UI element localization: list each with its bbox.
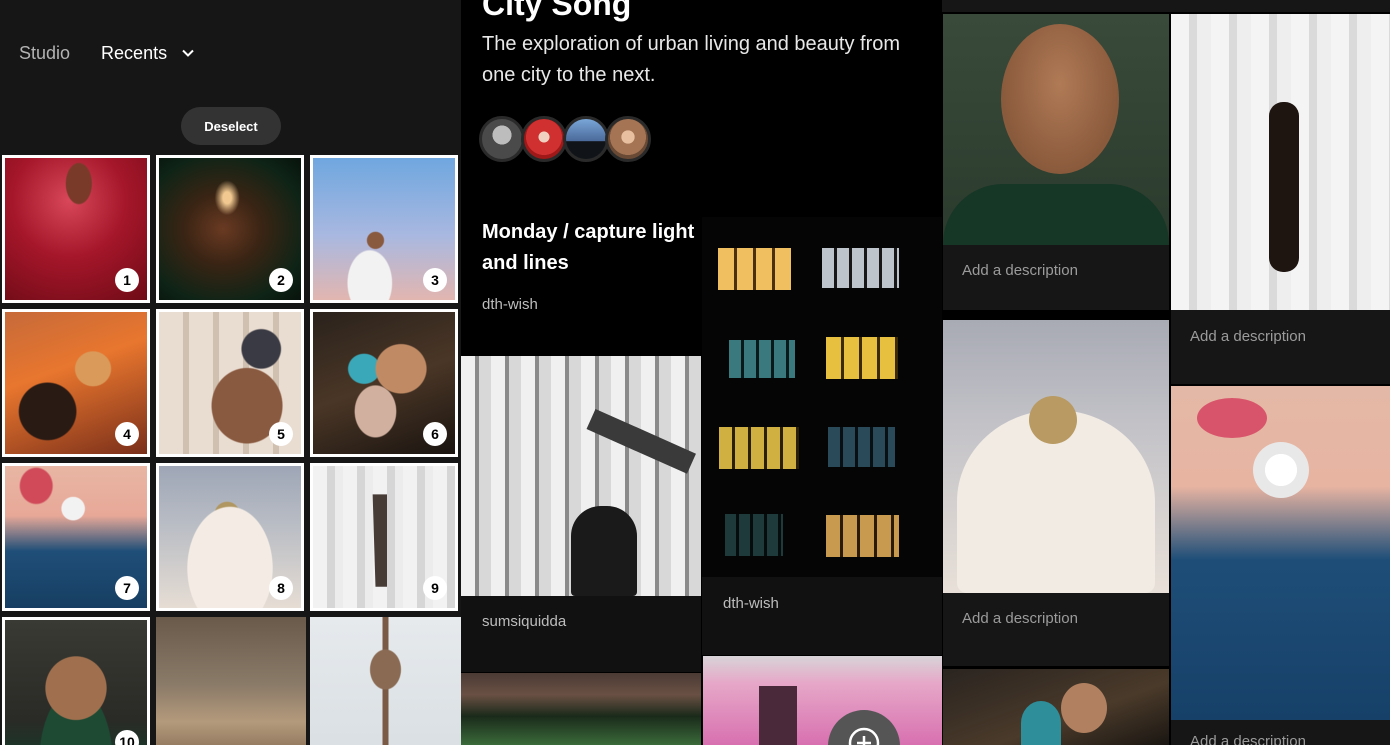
- photo-tile[interactable]: Add a description: [943, 320, 1169, 666]
- photo-thumbnail[interactable]: [156, 617, 306, 745]
- card-photo: [702, 217, 942, 577]
- photo-thumbnail[interactable]: 10: [2, 617, 150, 745]
- description-grid-panel: Add a description Add a description Add …: [942, 0, 1390, 745]
- collection-title: City Song: [482, 0, 632, 22]
- card-photo: [461, 356, 701, 596]
- photo-tile[interactable]: Add a description: [1171, 14, 1390, 384]
- prompt-title: Monday / capture light and lines: [482, 221, 695, 274]
- picker-nav: Studio Recents: [19, 40, 196, 66]
- collection-panel: City Song The exploration of urban livin…: [461, 0, 942, 745]
- deselect-button[interactable]: Deselect: [181, 107, 281, 145]
- tile-photo: [1171, 14, 1390, 310]
- photo-thumbnail[interactable]: 9: [310, 463, 458, 611]
- nav-recents-label: Recents: [101, 42, 168, 63]
- photo-thumbnail[interactable]: 8: [156, 463, 304, 611]
- card-author[interactable]: sumsiquidda: [482, 613, 566, 630]
- contributors-avatars[interactable]: [479, 116, 651, 162]
- grid-top-strip: [942, 0, 1390, 12]
- photo-tile[interactable]: [943, 669, 1169, 745]
- collection-description: The exploration of urban living and beau…: [482, 33, 901, 86]
- photo-thumbnail[interactable]: 5: [156, 309, 304, 457]
- selection-badge: 4: [115, 422, 139, 446]
- selection-badge: 8: [269, 576, 293, 600]
- card-author[interactable]: dth-wish: [723, 595, 779, 612]
- collection-card-photo[interactable]: [703, 656, 942, 745]
- photo-picker-panel: Studio Recents Deselect 1 2 3 4 5 6 7 8 …: [0, 0, 461, 745]
- collection-card-photo[interactable]: [461, 673, 701, 745]
- description-field[interactable]: Add a description: [1190, 733, 1306, 745]
- photo-tile[interactable]: Add a description: [1171, 725, 1390, 745]
- avatar[interactable]: [521, 116, 567, 162]
- nav-studio-tab[interactable]: Studio: [19, 43, 70, 64]
- selection-badge: 2: [269, 268, 293, 292]
- collection-card[interactable]: dth-wish: [702, 217, 942, 655]
- selection-badge: 5: [269, 422, 293, 446]
- photo-thumbnail[interactable]: 1: [2, 155, 150, 303]
- selection-badge: 6: [423, 422, 447, 446]
- selection-badge: 9: [423, 576, 447, 600]
- prompt-author[interactable]: dth-wish: [482, 296, 538, 313]
- plus-circle-icon: [848, 727, 880, 745]
- photo-thumbnail[interactable]: 4: [2, 309, 150, 457]
- avatar[interactable]: [605, 116, 651, 162]
- collection-card[interactable]: sumsiquidda: [461, 356, 701, 672]
- photo-tile[interactable]: [1171, 386, 1390, 726]
- photo-thumbnail[interactable]: 7: [2, 463, 150, 611]
- tile-photo: [943, 14, 1169, 245]
- selection-badge: 3: [423, 268, 447, 292]
- tile-photo: [943, 320, 1169, 593]
- description-field[interactable]: Add a description: [962, 262, 1078, 279]
- photo-thumbnail[interactable]: [310, 617, 461, 745]
- photo-thumbnail[interactable]: 3: [310, 155, 458, 303]
- photo-thumbnail[interactable]: 2: [156, 155, 304, 303]
- photo-thumbnail[interactable]: 6: [310, 309, 458, 457]
- tile-photo: [943, 669, 1169, 745]
- avatar[interactable]: [479, 116, 525, 162]
- tile-photo: [1171, 386, 1390, 720]
- selection-badge: 7: [115, 576, 139, 600]
- avatar[interactable]: [563, 116, 609, 162]
- nav-recents-dropdown[interactable]: Recents: [101, 43, 196, 64]
- description-field[interactable]: Add a description: [962, 610, 1078, 627]
- chevron-down-icon: [182, 49, 194, 57]
- description-field[interactable]: Add a description: [1190, 328, 1306, 345]
- selection-badge: 1: [115, 268, 139, 292]
- photo-tile[interactable]: Add a description: [943, 14, 1169, 310]
